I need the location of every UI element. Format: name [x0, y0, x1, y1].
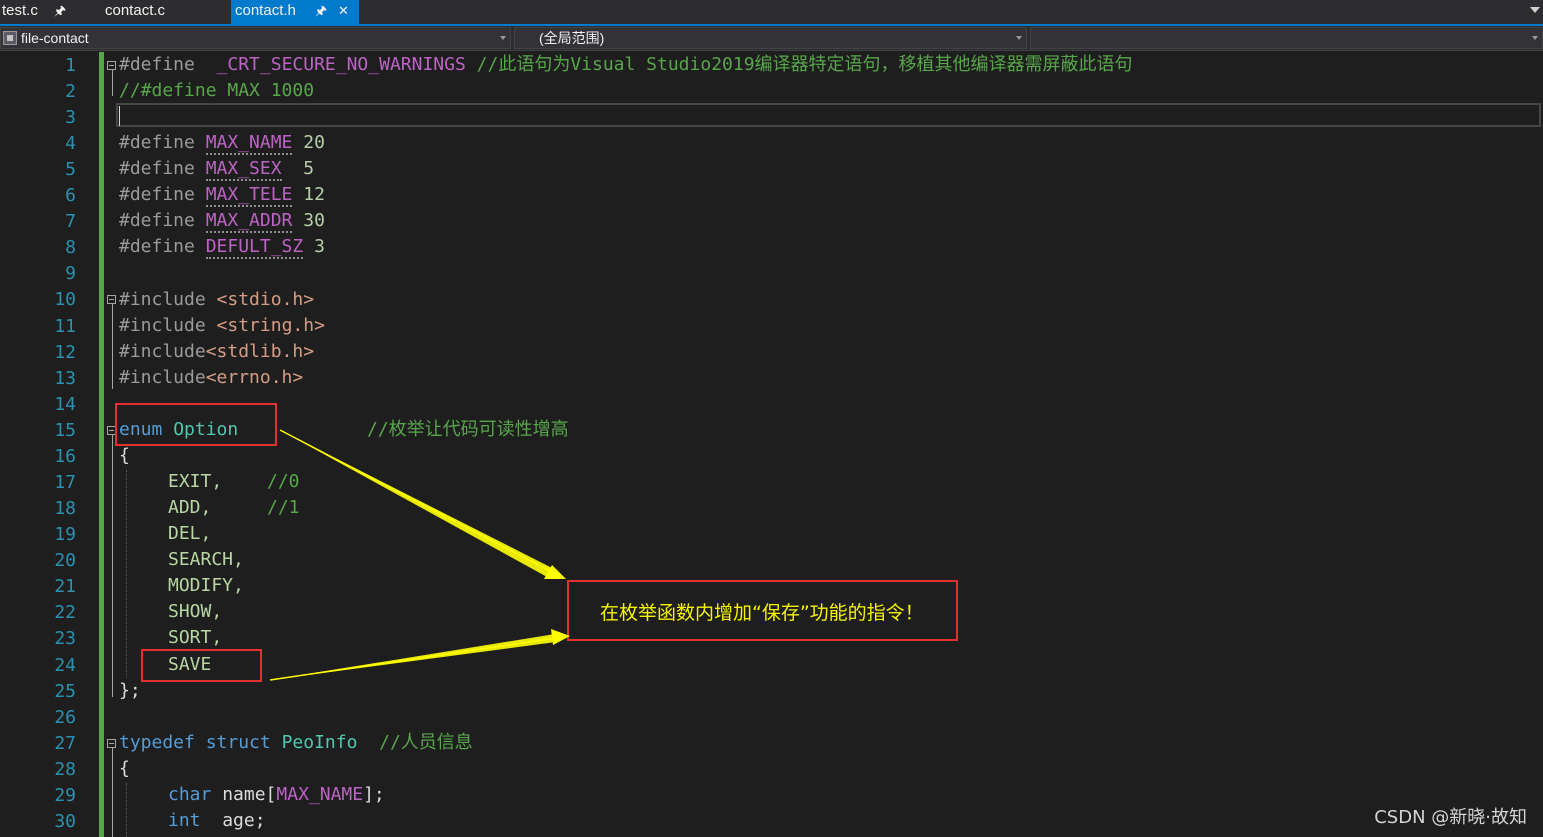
annotation-arrows — [269, 429, 570, 681]
arrow-wedge-1 — [280, 430, 556, 578]
arrow-wedge-2 — [270, 634, 556, 680]
watermark: CSDN @新晓·故知 — [1374, 807, 1527, 828]
arrow-head-2 — [551, 629, 570, 645]
